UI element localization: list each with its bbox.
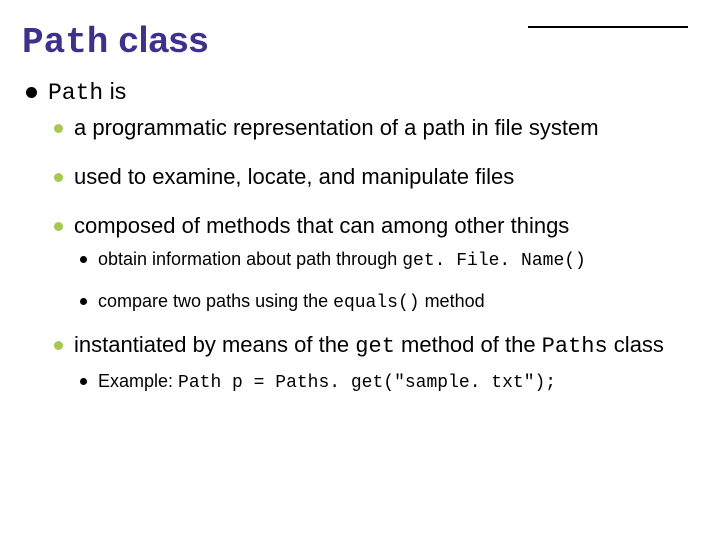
text: method: [420, 291, 485, 311]
list-item: composed of methods that can among other…: [48, 212, 698, 315]
list-item: a programmatic representation of a path …: [48, 114, 698, 143]
bullet-level-1: Path is a programmatic representation of…: [22, 77, 698, 395]
title-code: Path: [22, 22, 108, 63]
text: obtain information about path through: [98, 249, 402, 269]
text: Example:: [98, 371, 178, 391]
bullet-level-2: a programmatic representation of a path …: [48, 114, 698, 395]
slide: Path class Path is a programmatic repres…: [0, 0, 720, 540]
code-text: Path: [48, 80, 103, 106]
text: composed of methods that can among other…: [74, 213, 569, 238]
title-rest: class: [108, 19, 208, 60]
bullet-level-3: obtain information about path through ge…: [74, 248, 698, 315]
text: class: [608, 332, 664, 357]
list-item: Example: Path p = Paths. get("sample. tx…: [74, 370, 698, 395]
text: instantiated by means of the: [74, 332, 355, 357]
code-text: Path p = Paths. get("sample. txt");: [178, 373, 556, 393]
code-text: equals(): [333, 293, 419, 313]
code-text: get. File. Name(): [402, 251, 586, 271]
code-text: Paths: [542, 334, 608, 359]
text: used to examine, locate, and manipulate …: [74, 164, 514, 189]
list-item: Path is a programmatic representation of…: [22, 77, 698, 395]
code-text: get: [355, 334, 395, 359]
title-underline: [528, 26, 688, 28]
text: is: [103, 78, 126, 104]
bullet-level-3: Example: Path p = Paths. get("sample. tx…: [74, 370, 698, 395]
list-item: compare two paths using the equals() met…: [74, 290, 698, 315]
text: method of the: [395, 332, 542, 357]
text: a programmatic representation of a path …: [74, 115, 599, 140]
list-item: used to examine, locate, and manipulate …: [48, 163, 698, 192]
list-item: obtain information about path through ge…: [74, 248, 698, 273]
list-item: instantiated by means of the get method …: [48, 331, 698, 395]
text: compare two paths using the: [98, 291, 333, 311]
